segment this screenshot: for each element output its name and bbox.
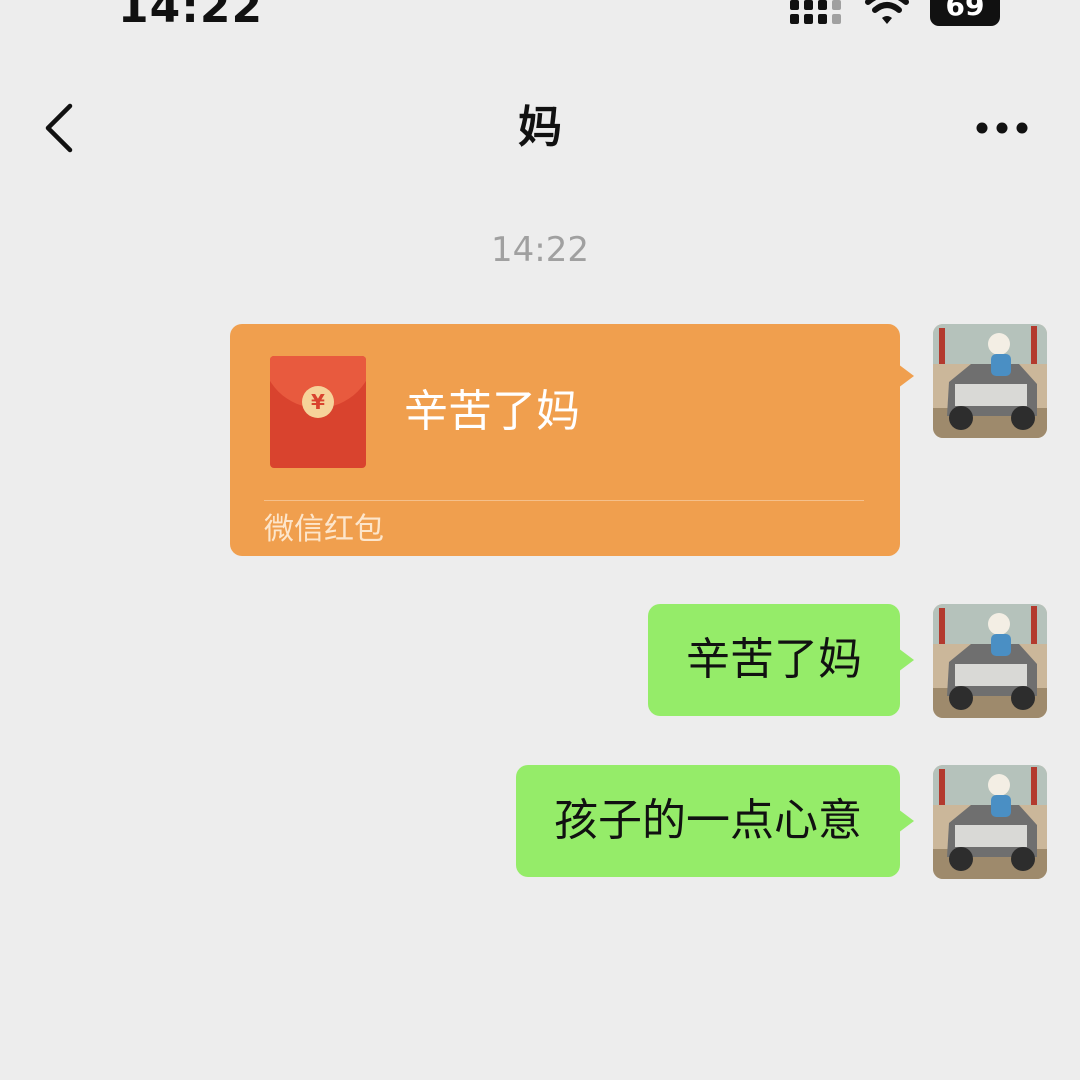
sender-avatar[interactable]	[933, 324, 1047, 438]
chat-title: 妈	[518, 102, 562, 153]
status-bar: 14:22 69	[0, 0, 1080, 44]
message-bubble[interactable]: 辛苦了妈	[648, 604, 914, 716]
message-bubble[interactable]: 孩子的一点心意	[516, 765, 914, 877]
more-options-icon[interactable]	[972, 106, 1036, 150]
sender-avatar[interactable]	[933, 765, 1047, 879]
status-time: 14:22	[118, 0, 264, 33]
sender-avatar[interactable]	[933, 604, 1047, 718]
red-packet-divider	[264, 500, 864, 501]
red-packet-greeting: 辛苦了妈	[404, 386, 580, 437]
cellular-signal-icon	[790, 0, 841, 24]
battery-icon: 69	[930, 0, 1000, 26]
red-packet-label: 微信红包	[264, 512, 384, 547]
wifi-icon	[865, 0, 909, 24]
avatar-photo	[933, 324, 1047, 438]
avatar-photo	[933, 604, 1047, 718]
chat-screen: 14:22 69 妈 14:22 ¥ 辛苦了妈 微信红包 辛苦了妈 孩子的一点心…	[0, 0, 1080, 1080]
avatar-photo	[933, 765, 1047, 879]
red-envelope-icon: ¥	[270, 356, 366, 468]
red-packet-message[interactable]: ¥ 辛苦了妈 微信红包	[230, 324, 914, 556]
yuan-coin-icon: ¥	[302, 386, 334, 418]
message-timestamp: 14:22	[491, 230, 589, 270]
nav-bar: 妈	[0, 88, 1080, 168]
battery-level: 69	[945, 0, 985, 22]
